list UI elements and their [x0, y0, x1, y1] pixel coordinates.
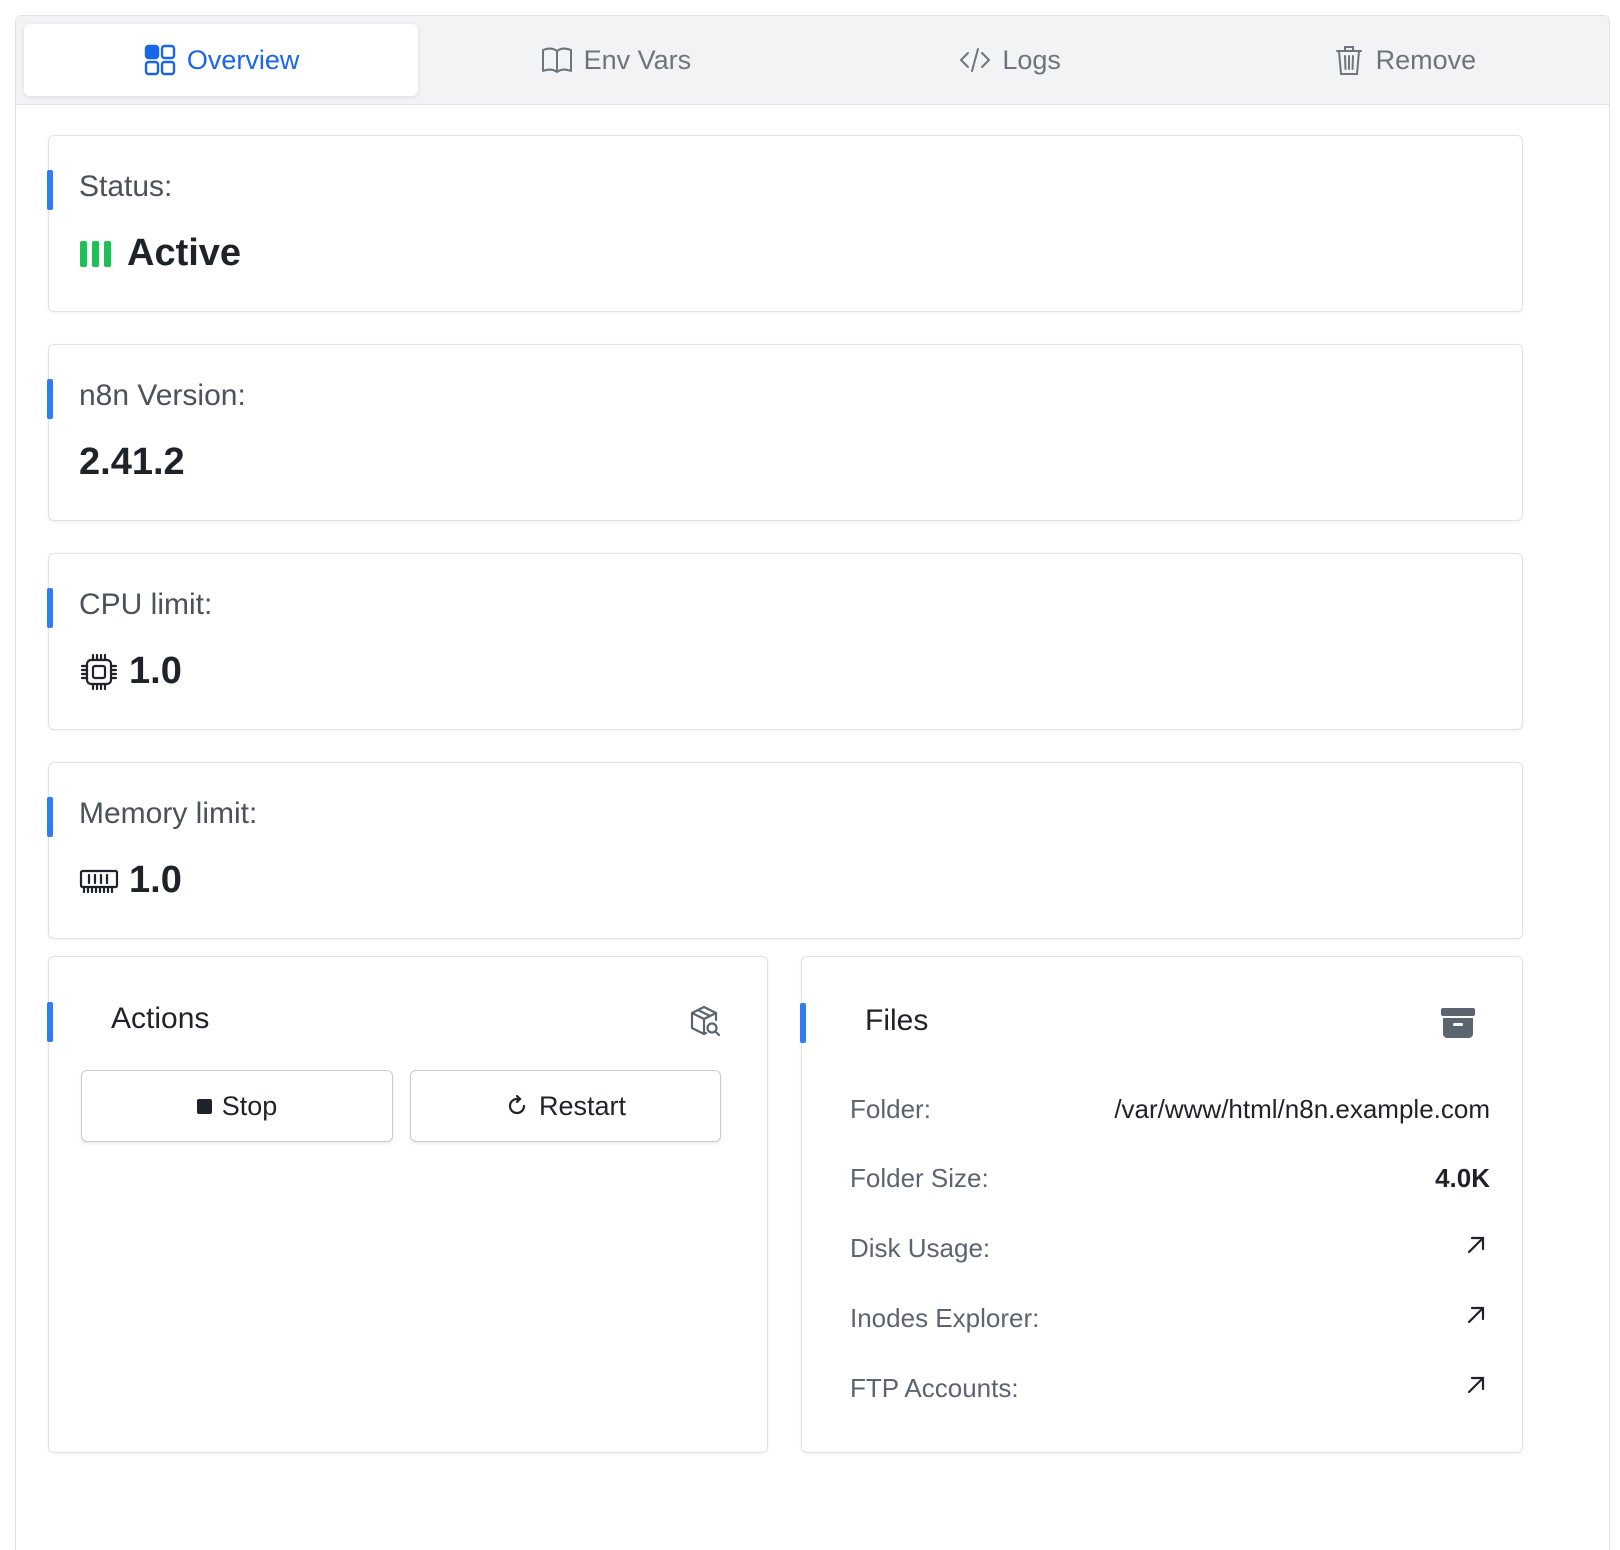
memory-value: 1.0 [129, 859, 182, 901]
inodes-explorer-label: Inodes Explorer: [850, 1303, 1040, 1333]
cpu-label: CPU limit: [79, 588, 213, 621]
memory-card: Memory limit: 1.0 [47, 762, 1523, 939]
inodes-explorer-link-icon[interactable] [1464, 1303, 1488, 1327]
grid-icon [144, 44, 176, 76]
status-value: Active [127, 232, 242, 274]
stop-button[interactable]: Stop [81, 1070, 393, 1142]
card-accent [47, 588, 53, 628]
folder-size-label: Folder Size: [850, 1163, 989, 1193]
stop-button-label: Stop [221, 1090, 278, 1121]
status-value-row: Active [79, 232, 241, 275]
tab-overview-label: Overview [186, 44, 300, 75]
disk-usage-link-icon[interactable] [1464, 1233, 1488, 1257]
memory-icon [79, 869, 119, 893]
files-title: Files [865, 1004, 929, 1037]
card-accent [800, 1003, 806, 1043]
cpu-card: CPU limit: 1.0 [47, 553, 1523, 730]
restart-button[interactable]: Restart [410, 1070, 721, 1142]
card-accent [47, 379, 53, 419]
version-card: n8n Version: 2.41.2 [47, 344, 1523, 521]
archive-icon[interactable] [1440, 1007, 1476, 1039]
book-icon [541, 47, 572, 73]
version-value-row: 2.41.2 [79, 441, 185, 484]
ftp-accounts-label: FTP Accounts: [850, 1373, 1019, 1403]
restart-button-label: Restart [538, 1090, 627, 1121]
cpu-value: 1.0 [129, 650, 182, 692]
tab-remove-label: Remove [1375, 44, 1477, 75]
folder-value: /var/www/html/n8n.example.com [1114, 1094, 1490, 1124]
package-search-icon[interactable] [687, 1004, 721, 1038]
status-label: Status: [79, 170, 173, 203]
card-accent [47, 797, 53, 837]
memory-value-row: 1.0 [79, 859, 182, 902]
files-card: Files Folder: /var/www/html/n8n.example.… [800, 956, 1523, 1453]
tab-env-vars-label: Env Vars [583, 44, 692, 75]
tab-bar: Overview Env Vars Logs Remove [16, 16, 1609, 105]
version-label: n8n Version: [79, 379, 246, 412]
tab-env-vars[interactable]: Env Vars [418, 24, 812, 96]
card-accent [47, 170, 53, 210]
ftp-accounts-link-icon[interactable] [1464, 1373, 1488, 1397]
tab-logs-label: Logs [1002, 44, 1061, 75]
folder-size-value: 4.0K [1435, 1163, 1490, 1193]
tab-remove[interactable]: Remove [1207, 24, 1601, 96]
restart-icon [508, 1094, 526, 1115]
stop-icon [196, 1098, 212, 1114]
tab-logs[interactable]: Logs [813, 24, 1207, 96]
app-frame: Overview Env Vars Logs Remove Status: Ac… [15, 15, 1610, 1550]
memory-label: Memory limit: [79, 797, 258, 830]
version-value: 2.41.2 [79, 441, 185, 483]
status-card: Status: Active [47, 135, 1523, 312]
status-bars-icon [80, 240, 111, 267]
cpu-value-row: 1.0 [79, 650, 182, 693]
folder-label: Folder: [850, 1094, 931, 1124]
trash-icon [1335, 46, 1362, 75]
cpu-icon [80, 653, 118, 690]
card-accent [47, 1002, 53, 1042]
actions-card: Actions Stop Restart [47, 956, 768, 1453]
code-icon [960, 48, 991, 72]
disk-usage-label: Disk Usage: [850, 1233, 991, 1263]
actions-title: Actions [111, 1002, 210, 1035]
tab-overview[interactable]: Overview [24, 24, 419, 96]
